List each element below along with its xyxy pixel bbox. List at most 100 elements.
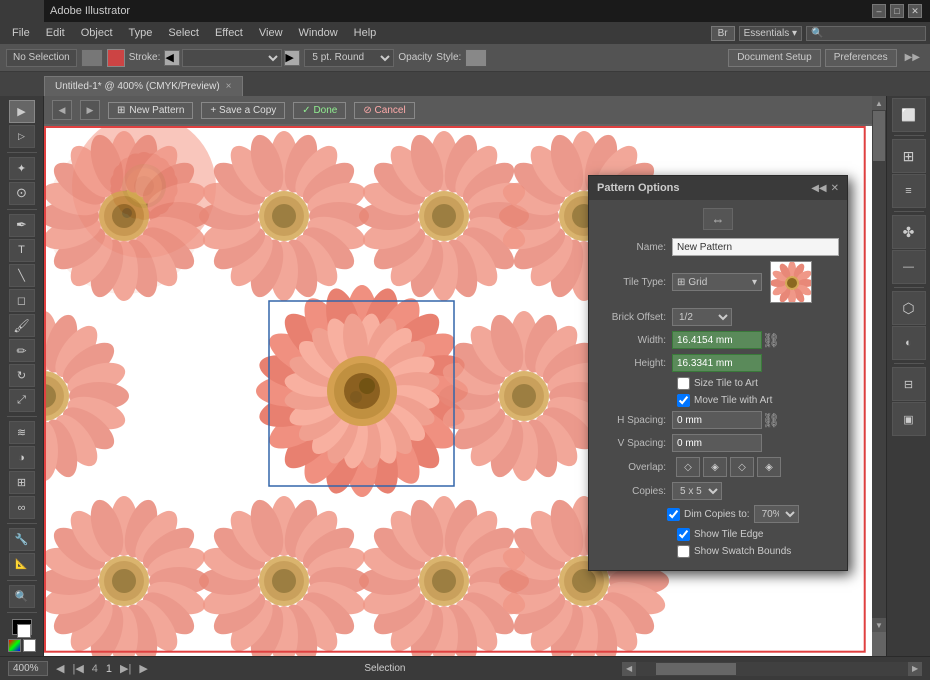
pencil-tool[interactable]: ✏: [9, 339, 35, 362]
menu-help[interactable]: Help: [346, 22, 385, 44]
fill-color[interactable]: [81, 49, 103, 67]
brick-offset-select[interactable]: 1/2: [672, 308, 732, 326]
scale-tool[interactable]: ⤢: [9, 389, 35, 412]
zoom-tool[interactable]: 🔍: [9, 585, 35, 608]
stroke-width-select[interactable]: [182, 49, 282, 67]
transform-btn[interactable]: ⇔: [703, 208, 733, 230]
menu-window[interactable]: Window: [291, 22, 346, 44]
panel-close-button[interactable]: ✕: [831, 183, 839, 194]
rect-tool[interactable]: ◻: [9, 289, 35, 312]
copies-select[interactable]: 5 x 5: [672, 482, 722, 500]
save-copy-button[interactable]: + Save a Copy: [201, 102, 285, 119]
warp-tool[interactable]: ≋: [9, 421, 35, 444]
menu-view[interactable]: View: [251, 22, 291, 44]
size-tile-checkbox[interactable]: [677, 377, 690, 390]
brush-select[interactable]: 5 pt. Round: [304, 49, 394, 67]
menu-file[interactable]: File: [4, 22, 38, 44]
tile-type-select[interactable]: ⊞ Grid ▾: [672, 273, 762, 291]
color-panel-button[interactable]: ⬜: [892, 98, 926, 132]
dim-value-select[interactable]: 70%: [754, 505, 799, 523]
pen-tool[interactable]: ✒: [9, 214, 35, 237]
paintbrush-tool[interactable]: 🖌: [9, 314, 35, 337]
vertical-scrollbar[interactable]: ▲ ▼: [872, 96, 886, 632]
stroke-panel-button[interactable]: —: [892, 250, 926, 284]
fill-box[interactable]: [12, 619, 32, 635]
rotate-tool[interactable]: ↻: [9, 364, 35, 387]
overlap-bottom-front[interactable]: ◈: [757, 457, 781, 477]
transform-panel-button[interactable]: ⊞: [892, 139, 926, 173]
doc-setup-button[interactable]: Document Setup: [728, 49, 821, 67]
cancel-button[interactable]: ⊘ Cancel: [354, 102, 414, 119]
panel-shrink-button[interactable]: ◀◀: [811, 183, 826, 194]
overlap-top-front[interactable]: ◇: [730, 457, 754, 477]
overlap-right-front[interactable]: ◈: [703, 457, 727, 477]
scroll-right-button[interactable]: ▶: [908, 662, 922, 676]
magic-wand-tool[interactable]: ✦: [9, 157, 35, 180]
stroke-arrow-left[interactable]: ◀: [164, 50, 180, 66]
link-width-height-button[interactable]: ⛓: [762, 331, 780, 349]
direct-select-tool[interactable]: ▷: [9, 125, 35, 148]
nav-back-button[interactable]: ◀: [52, 100, 72, 120]
artboards-button[interactable]: ▣: [892, 402, 926, 436]
status-nav-end[interactable]: ▶|: [120, 662, 131, 675]
menu-effect[interactable]: Effect: [207, 22, 251, 44]
show-tile-edge-checkbox[interactable]: [677, 528, 690, 541]
fill-icon[interactable]: [107, 49, 125, 67]
status-nav-start[interactable]: |◀: [72, 662, 83, 675]
move-tile-checkbox[interactable]: [677, 394, 690, 407]
graphic-styles-button[interactable]: ⬡: [892, 291, 926, 325]
layers-button[interactable]: ⊟: [892, 367, 926, 401]
maximize-button[interactable]: □: [890, 4, 904, 18]
scroll-left-button[interactable]: ◀: [622, 662, 636, 676]
menu-select[interactable]: Select: [160, 22, 207, 44]
options-arrow[interactable]: ▶▶: [901, 52, 924, 63]
select-tool[interactable]: ▶: [9, 100, 35, 123]
name-input[interactable]: [672, 238, 839, 256]
nav-forward-button[interactable]: ▶: [80, 100, 100, 120]
width-input[interactable]: [672, 331, 762, 349]
v-spacing-input[interactable]: [672, 434, 762, 452]
menu-object[interactable]: Object: [73, 22, 121, 44]
pathfinder-button[interactable]: ✤: [892, 215, 926, 249]
minimize-button[interactable]: –: [872, 4, 886, 18]
dim-copies-checkbox[interactable]: [667, 508, 680, 521]
zoom-input[interactable]: [8, 661, 48, 676]
horizontal-scrollbar[interactable]: ◀ ▶: [622, 662, 922, 676]
selection-dropdown[interactable]: No Selection: [6, 49, 77, 67]
scroll-horiz-thumb[interactable]: [656, 663, 736, 675]
search-input[interactable]: 🔍: [806, 26, 926, 41]
bridge-button[interactable]: Br: [711, 26, 735, 41]
lasso-tool[interactable]: ⊙: [9, 182, 35, 205]
align-panel-button[interactable]: ≡: [892, 174, 926, 208]
menu-edit[interactable]: Edit: [38, 22, 73, 44]
none-mode-btn[interactable]: [23, 639, 36, 652]
show-swatch-bounds-checkbox[interactable]: [677, 545, 690, 558]
panel-header[interactable]: Pattern Options ◀◀ ✕: [589, 176, 847, 200]
color-mode-btn[interactable]: [8, 639, 21, 652]
stroke-arrow-right[interactable]: ▶: [284, 50, 300, 66]
h-spacing-input[interactable]: [672, 411, 762, 429]
mesh-tool[interactable]: ⊞: [9, 471, 35, 494]
line-tool[interactable]: ╲: [9, 264, 35, 287]
status-nav-prev[interactable]: ◀: [56, 662, 64, 675]
workspace-select[interactable]: Essentials ▾: [739, 26, 802, 41]
scroll-thumb[interactable]: [873, 111, 885, 161]
status-nav-next[interactable]: ▶: [139, 662, 147, 675]
style-color[interactable]: [465, 49, 487, 67]
document-tab[interactable]: Untitled-1* @ 400% (CMYK/Preview) ×: [44, 76, 243, 96]
blend-tool[interactable]: ∞: [9, 496, 35, 519]
tab-close-button[interactable]: ×: [226, 81, 232, 92]
appearance-button[interactable]: ◐: [892, 326, 926, 360]
scroll-up-button[interactable]: ▲: [872, 96, 886, 110]
height-input[interactable]: [672, 354, 762, 372]
overlap-left-front[interactable]: ◇: [676, 457, 700, 477]
gradient-tool[interactable]: ◑: [9, 446, 35, 469]
done-button[interactable]: ✓ Done: [293, 102, 346, 119]
link-spacing-button[interactable]: ⛓: [762, 411, 780, 429]
scroll-down-button[interactable]: ▼: [872, 618, 886, 632]
type-tool[interactable]: T: [9, 239, 35, 262]
eyedropper-tool[interactable]: 🔧: [9, 528, 35, 551]
measure-tool[interactable]: 📐: [9, 553, 35, 576]
menu-type[interactable]: Type: [121, 22, 161, 44]
close-button[interactable]: ✕: [908, 4, 922, 18]
